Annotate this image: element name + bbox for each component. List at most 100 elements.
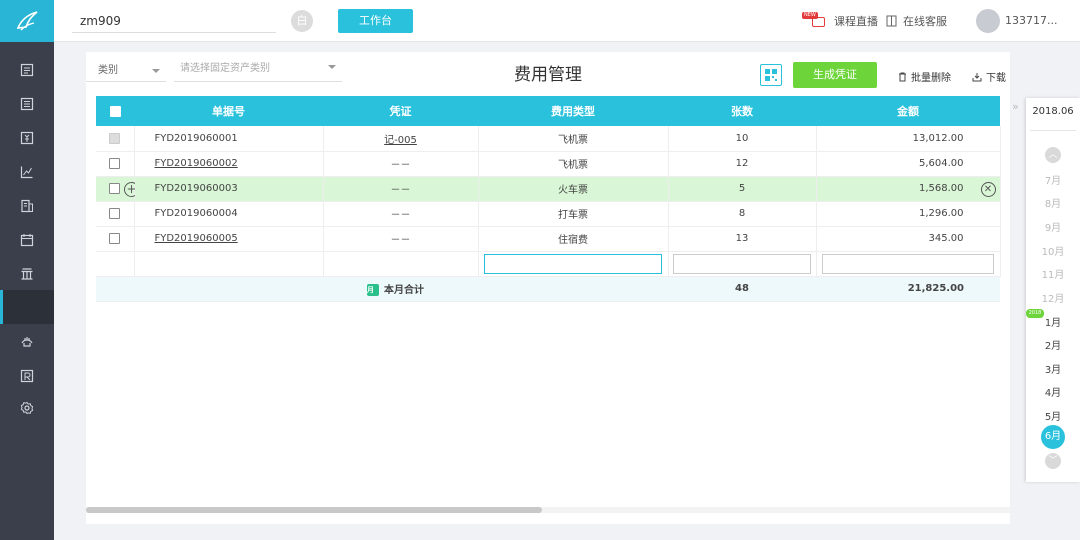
row-checkbox-cell bbox=[96, 126, 135, 152]
amount-input[interactable] bbox=[821, 253, 994, 274]
table-row[interactable]: FYD2019060002 －－ 飞机票 12 5,604.00 bbox=[96, 151, 1001, 177]
asset-category-placeholder: 请选择固定资产类别 bbox=[180, 63, 270, 74]
asset-category-select[interactable]: 请选择固定资产类别 bbox=[174, 56, 342, 82]
voucher-link[interactable]: 记-005 bbox=[384, 135, 417, 146]
nav-voucher[interactable] bbox=[0, 88, 54, 120]
download-button[interactable]: 下载 bbox=[972, 69, 1006, 84]
category-select[interactable]: 类别 bbox=[86, 60, 166, 82]
row-checkbox[interactable] bbox=[109, 182, 121, 194]
cell-type: 火车票 bbox=[478, 176, 669, 202]
month-item[interactable]: 1月 bbox=[1026, 314, 1080, 329]
nav-report[interactable] bbox=[0, 190, 54, 222]
cell-code[interactable]: FYD2019060003 bbox=[134, 176, 324, 202]
bank-icon bbox=[21, 268, 33, 280]
row-checkbox bbox=[109, 132, 121, 144]
month-item-selected[interactable]: 6月 bbox=[1041, 425, 1065, 449]
count-input[interactable] bbox=[672, 253, 812, 274]
chevron-up-icon[interactable]: ︿ bbox=[1045, 147, 1061, 163]
cell-amount: 1,568.00 ✕ bbox=[816, 176, 1001, 202]
delete-row-icon[interactable]: ✕ bbox=[980, 181, 996, 197]
ledger-icon bbox=[20, 63, 34, 77]
row-checkbox[interactable] bbox=[109, 207, 121, 219]
nav-settings[interactable] bbox=[0, 392, 54, 424]
scrollbar-thumb[interactable] bbox=[86, 507, 542, 513]
select-all-checkbox[interactable] bbox=[109, 106, 121, 117]
month-item[interactable]: 4月 bbox=[1026, 384, 1080, 399]
table-row[interactable]: FYD2019060004 －－ 打车票 8 1,296.00 bbox=[96, 201, 1001, 227]
cell-code[interactable]: FYD2019060005 bbox=[134, 226, 324, 252]
empty-cell bbox=[478, 276, 668, 302]
total-label: 本月合计 bbox=[384, 285, 424, 296]
table-row-highlighted[interactable]: + FYD2019060003 －－ 火车票 5 1,568.00 ✕ bbox=[96, 176, 1001, 202]
company-selector[interactable]: zm909 bbox=[72, 9, 276, 33]
app-logo[interactable] bbox=[0, 0, 54, 42]
report-icon bbox=[21, 199, 33, 213]
nav-expense-active[interactable] bbox=[0, 290, 54, 324]
horizontal-scrollbar[interactable] bbox=[86, 507, 1010, 513]
qr-code-button[interactable] bbox=[760, 64, 782, 86]
amount-input-cell[interactable] bbox=[816, 251, 1001, 277]
month-item[interactable]: 2月 bbox=[1026, 337, 1080, 352]
month-item[interactable]: 3月 bbox=[1026, 361, 1080, 376]
row-checkbox-cell[interactable]: + bbox=[96, 176, 139, 202]
month-item[interactable]: 5月 bbox=[1026, 408, 1080, 423]
header-count[interactable]: 张数 bbox=[668, 96, 816, 126]
cell-count: 12 bbox=[668, 151, 817, 177]
voucher-icon bbox=[20, 97, 34, 111]
row-checkbox-cell[interactable] bbox=[96, 201, 135, 227]
month-item: 7月 bbox=[1044, 176, 1062, 187]
cell-code[interactable]: FYD2019060001 bbox=[134, 126, 324, 152]
nav-ledger[interactable] bbox=[0, 54, 54, 86]
user-name[interactable]: 133717... bbox=[1005, 14, 1057, 27]
row-checkbox-cell[interactable] bbox=[96, 226, 135, 252]
cell-count: 13 bbox=[668, 226, 817, 252]
workbench-button[interactable]: 工作台 bbox=[338, 9, 413, 33]
total-label-cell: 月本月合计 bbox=[323, 276, 478, 302]
type-input-cell[interactable] bbox=[478, 251, 669, 277]
code-link[interactable]: FYD2019060005 bbox=[155, 233, 238, 244]
online-service-label: 在线客服 bbox=[903, 15, 947, 28]
count-input-cell[interactable] bbox=[668, 251, 817, 277]
header-code[interactable]: 单据号 bbox=[134, 96, 323, 126]
table-row[interactable]: FYD2019060001 记-005 飞机票 10 13,012.00 bbox=[96, 126, 1001, 152]
cell-voucher[interactable]: 记-005 bbox=[323, 126, 479, 152]
nav-asset[interactable] bbox=[0, 360, 54, 392]
row-checkbox[interactable] bbox=[109, 157, 121, 169]
collapse-panel-icon[interactable]: » bbox=[1012, 100, 1019, 113]
sidebar bbox=[0, 0, 54, 540]
type-input[interactable] bbox=[484, 253, 662, 274]
download-label: 下载 bbox=[986, 73, 1006, 84]
code-link[interactable]: FYD2019060002 bbox=[155, 158, 238, 169]
nav-calendar[interactable] bbox=[0, 224, 54, 256]
row-checkbox[interactable] bbox=[109, 232, 121, 244]
batch-delete-button[interactable]: 批量删除 bbox=[898, 69, 951, 84]
chevron-down-icon bbox=[152, 69, 160, 73]
chevron-down-icon[interactable]: ﹀ bbox=[1045, 453, 1061, 469]
cell-amount: 1,296.00 bbox=[816, 201, 1001, 227]
category-label: 类别 bbox=[98, 65, 118, 76]
nav-hand[interactable] bbox=[0, 326, 54, 358]
nav-bank[interactable] bbox=[0, 258, 54, 290]
user-avatar[interactable] bbox=[976, 9, 1000, 33]
header-voucher[interactable]: 凭证 bbox=[323, 96, 478, 126]
select-all-cell[interactable] bbox=[96, 96, 134, 126]
batch-delete-label: 批量删除 bbox=[911, 73, 951, 84]
cell-code[interactable]: FYD2019060004 bbox=[134, 201, 324, 227]
live-course-link[interactable]: NEW 课程直播 bbox=[802, 12, 878, 29]
header-type[interactable]: 费用类型 bbox=[478, 96, 668, 126]
nav-tax[interactable] bbox=[0, 122, 54, 154]
switch-company-icon[interactable]: 白 bbox=[291, 10, 313, 32]
table-row[interactable]: FYD2019060005 －－ 住宿费 13 345.00 bbox=[96, 226, 1001, 252]
online-service-link[interactable]: 在线客服 bbox=[886, 13, 947, 29]
row-checkbox-cell[interactable] bbox=[96, 151, 135, 177]
asset-icon bbox=[20, 369, 34, 383]
nav-chart[interactable] bbox=[0, 156, 54, 188]
header-amount[interactable]: 金额 bbox=[816, 96, 1000, 126]
wing-logo-icon bbox=[16, 11, 38, 31]
total-amount: 21,825.00 bbox=[816, 276, 1000, 302]
cell-voucher: －－ bbox=[323, 201, 479, 227]
generate-voucher-button[interactable]: 生成凭证 bbox=[793, 62, 877, 88]
new-entry-row[interactable] bbox=[96, 251, 1001, 277]
cell-code[interactable]: FYD2019060002 bbox=[134, 151, 324, 177]
cell-count: 5 bbox=[668, 176, 817, 202]
